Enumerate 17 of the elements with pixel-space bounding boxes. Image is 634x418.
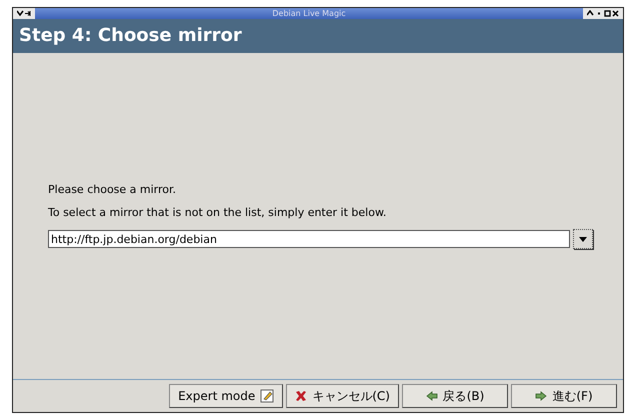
window-menu-icon bbox=[17, 10, 31, 17]
mirror-field[interactable]: http://ftp.jp.debian.org/debian bbox=[48, 230, 570, 248]
step-header: Step 4: Choose mirror bbox=[13, 19, 623, 53]
prompt-text: Please choose a mirror. bbox=[48, 183, 178, 196]
cancel-button[interactable]: キャンセル(C) bbox=[286, 384, 399, 408]
caret-icon bbox=[579, 236, 587, 242]
dropdown-button[interactable] bbox=[573, 229, 593, 249]
close-icon bbox=[295, 390, 308, 402]
expert-mode-button[interactable]: Expert mode bbox=[169, 384, 284, 408]
back-button[interactable]: 戻る(B) bbox=[402, 384, 508, 408]
left-arrow-icon bbox=[426, 391, 438, 401]
window-title: Debian Live Magic bbox=[271, 8, 347, 19]
edit-icon bbox=[260, 389, 274, 403]
window-controls-icon[interactable] bbox=[587, 10, 619, 17]
hint-text: To select a mirror that is not on the list, simply enter it below. bbox=[48, 206, 388, 219]
forward-button[interactable]: 進む(F) bbox=[511, 384, 617, 408]
right-arrow-icon bbox=[535, 391, 548, 401]
